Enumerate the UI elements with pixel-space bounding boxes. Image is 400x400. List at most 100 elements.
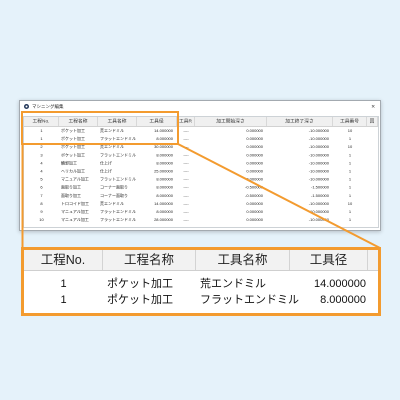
cell-tool-r: ---- [183, 185, 189, 190]
cell-start-depth: -0.500000 [244, 185, 263, 190]
cell-tool-diameter: 8.000000 [156, 177, 173, 182]
cell-process-no: 8 [40, 201, 43, 206]
cell-tool-r: ---- [183, 144, 189, 150]
cell-end-depth: -1.500000 [310, 185, 329, 190]
cell-process-name: マニュアル加工 [61, 177, 89, 182]
cell-process-no: 5 [40, 177, 43, 182]
cell-process-name: 面取り加工 [61, 193, 81, 198]
table-row[interactable]: 5 マニュアル加工 フラットエンドミル 8.000000 ---- 0.000000 -10… [24, 176, 378, 184]
cell-rotation [367, 192, 378, 200]
column-header-rotation[interactable]: 回 [367, 117, 378, 126]
zoom-column-header-extra [368, 250, 378, 270]
zoom-column-header-tool-diameter: 工具径 [290, 250, 368, 270]
table-row[interactable]: 8 トロコイド加工 荒エンドミル 14.000000 ---- 0.000000 -10.0… [24, 200, 378, 208]
cell-process-no: 10 [39, 217, 44, 223]
cell-tool-r: ---- [183, 217, 189, 223]
cell-start-depth: 0.000000 [246, 136, 263, 142]
cell-tool-name: フラットエンドミル [100, 177, 136, 182]
table-row[interactable]: 6 面取り加工 コーナー面取り 8.000000 ---- -0.500000 -1.500… [24, 184, 378, 192]
cell-rotation [367, 216, 378, 224]
cell-end-depth: -10.000000 [308, 136, 329, 142]
cell-start-depth: 0.000000 [246, 201, 263, 206]
column-header-start-depth[interactable]: 加工開始深さ [195, 117, 267, 126]
cell-tool-number: 1 [348, 168, 352, 174]
cell-start-depth: -0.500000 [244, 193, 263, 198]
cell-rotation [367, 143, 378, 151]
cell-start-depth: 0.000000 [246, 217, 263, 223]
table-row[interactable]: 4 ヘリカル加工 仕上げ 25.000000 ---- 0.000000 -10.00000… [24, 167, 378, 175]
cell-rotation [367, 184, 378, 192]
highlight-box [21, 111, 179, 145]
zoom-cell-process-name: ポケット加工 [107, 294, 173, 306]
cell-rotation [367, 176, 378, 184]
cell-rotation [367, 167, 378, 175]
cell-tool-r: ---- [183, 160, 189, 166]
zoom-column-header-process-no: 工程No. [24, 250, 103, 270]
cell-tool-diameter: 8.000000 [156, 160, 173, 166]
zoom-cell-tool-diameter: 14.000000 [314, 278, 366, 290]
zoom-panel: 工程No. 工程名称 工具名称 工具径 1 ポケット加工 荒エンドミル 14.000000 1… [21, 247, 381, 316]
cell-tool-diameter: 8.000000 [156, 152, 173, 158]
cell-start-depth: 0.000000 [246, 128, 263, 134]
cell-tool-r: ---- [183, 128, 189, 134]
zoom-cell-tool-name: 荒エンドミル [200, 278, 266, 290]
cell-process-no: 6 [40, 185, 43, 190]
cell-end-depth: -10.000000 [308, 168, 329, 174]
column-header-tool-number[interactable]: 工具番号 [333, 117, 367, 126]
cell-tool-number: 10 [347, 201, 353, 206]
column-header-end-depth[interactable]: 加工終了深さ [267, 117, 333, 126]
cell-end-depth: -10.000000 [308, 209, 329, 214]
zoom-column-header-tool-name: 工具名称 [196, 250, 290, 270]
cell-tool-r: ---- [183, 209, 189, 214]
cell-process-name: ポケット加工 [61, 152, 85, 158]
cell-tool-number: 1 [348, 152, 352, 158]
table-row[interactable]: 10 マニュアル加工 フラットエンドミル 28.000000 ---- 0.000000 -… [24, 216, 378, 224]
cell-end-depth: -10.000000 [308, 128, 329, 134]
cell-tool-r: ---- [183, 177, 189, 182]
cell-process-name: 面取り加工 [61, 185, 81, 190]
zoom-table-row: 1 ポケット加工 荒エンドミル 14.000000 [24, 276, 378, 292]
cell-process-no: 4 [40, 160, 43, 166]
zoom-column-header-process-name: 工程名称 [103, 250, 196, 270]
cell-tool-number: 1 [348, 160, 352, 166]
cell-rotation [367, 151, 378, 159]
cell-tool-diameter: 28.000000 [154, 217, 173, 223]
zoom-table-row: 1 ポケット加工 フラットエンドミル 8.000000 [24, 292, 378, 308]
cell-start-depth: 0.000000 [246, 168, 263, 174]
app-icon [24, 104, 29, 109]
cell-tool-number: 1 [348, 217, 352, 223]
cell-rotation [367, 159, 378, 167]
cell-process-name: トロコイド加工 [61, 201, 89, 206]
cell-tool-number: 1 [348, 185, 352, 190]
zoom-table-body: 1 ポケット加工 荒エンドミル 14.000000 1 ポケット加工 フラットエンドミル 8.… [24, 271, 378, 308]
cell-start-depth: 0.000000 [246, 144, 263, 150]
cell-tool-name: フラットエンドミル [100, 209, 136, 214]
table-row[interactable]: 3 ポケット加工 フラットエンドミル 8.000000 ---- 0.000000 -10.… [24, 151, 378, 159]
table-row[interactable]: 4 輪郭加工 仕上げ 8.000000 ---- 0.000000 -10.000000 1 [24, 159, 378, 167]
column-header-tool-r[interactable]: 工具R [177, 117, 195, 126]
cell-process-no: 3 [40, 152, 43, 158]
cell-tool-number: 1 [348, 177, 352, 182]
cell-tool-r: ---- [183, 136, 189, 142]
cell-end-depth: -10.000000 [308, 201, 329, 206]
cell-tool-name: 荒エンドミル [100, 201, 124, 206]
cell-process-no: 9 [40, 209, 43, 214]
cell-tool-diameter: 25.000000 [154, 168, 173, 174]
cell-tool-diameter: 14.000000 [154, 201, 173, 206]
cell-tool-number: 1 [348, 193, 352, 198]
zoom-cell-process-name: ポケット加工 [107, 278, 173, 290]
zoom-table-header: 工程No. 工程名称 工具名称 工具径 [24, 250, 378, 271]
cell-process-no: 7 [40, 193, 43, 198]
cell-tool-name: 仕上げ [100, 160, 112, 166]
cell-start-depth: 0.000000 [246, 177, 263, 182]
cell-process-name: マニュアル加工 [61, 209, 89, 214]
cell-tool-name: 仕上げ [100, 168, 112, 174]
close-button[interactable]: × [371, 101, 375, 112]
cell-tool-diameter: 8.000000 [156, 185, 173, 190]
table-row[interactable]: 9 マニュアル加工 フラットエンドミル 8.000000 ---- 0.000000 -10… [24, 208, 378, 216]
cell-process-name: マニュアル加工 [61, 217, 89, 223]
cell-start-depth: 0.000000 [246, 160, 263, 166]
table-row[interactable]: 7 面取り加工 コーナー面取り 8.000000 ---- -0.500000 -1.500… [24, 192, 378, 200]
cell-tool-name: フラットエンドミル [100, 152, 136, 158]
cell-tool-name: コーナー面取り [100, 193, 128, 198]
